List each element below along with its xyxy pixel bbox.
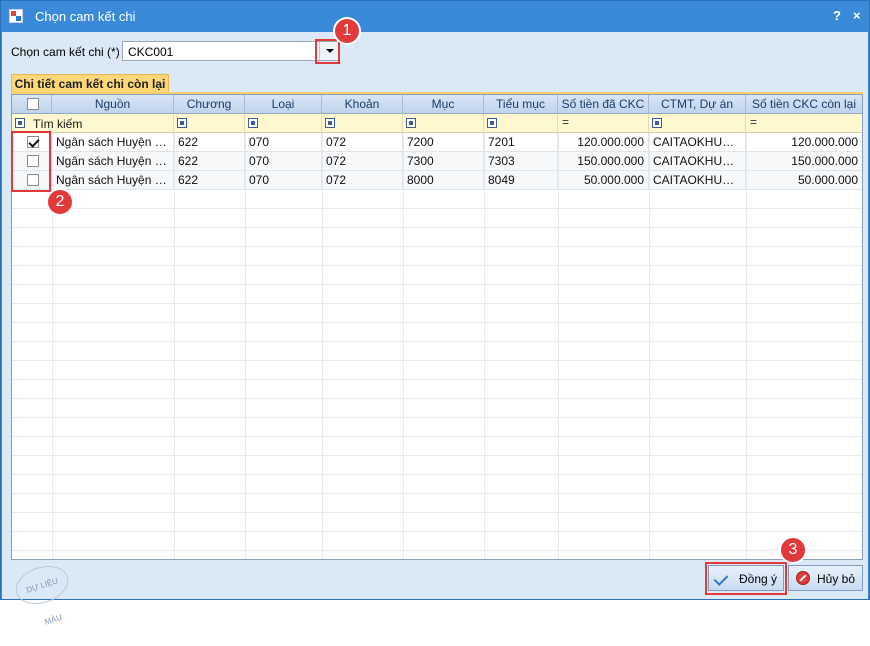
header-nguon[interactable]: Nguồn xyxy=(52,95,174,114)
header-muc[interactable]: Mục xyxy=(403,95,484,114)
cell-muc[interactable]: 7200 xyxy=(403,133,484,151)
header-select-cell xyxy=(12,95,52,114)
grid-column-divider xyxy=(174,133,175,559)
grid-column-divider xyxy=(245,133,246,559)
cancel-icon xyxy=(796,571,810,585)
table-row[interactable]: Ngân sách Huyện tự... 622 070 072 7200 7… xyxy=(12,133,862,152)
title-bar: Chọn cam kết chi ? × xyxy=(1,1,869,32)
filter-icon[interactable] xyxy=(325,118,335,128)
grid-column-divider xyxy=(746,133,747,559)
filter-chuong[interactable] xyxy=(174,114,245,133)
cell-nguon[interactable]: Ngân sách Huyện tự... xyxy=(52,171,174,189)
commitment-select-label: Chọn cam kết chi (*) xyxy=(11,45,120,59)
cell-loai[interactable]: 070 xyxy=(245,171,322,189)
cell-tieu-muc[interactable]: 8049 xyxy=(484,171,558,189)
callout-badge-3: 3 xyxy=(781,538,805,562)
header-loai[interactable]: Loại xyxy=(245,95,322,114)
filter-icon[interactable] xyxy=(15,118,25,128)
tab-remaining-commitment-details[interactable]: Chi tiết cam kết chi còn lại xyxy=(11,74,169,93)
help-button[interactable]: ? xyxy=(833,8,841,23)
watermark-stamp: DỰ LIỆU MÀU xyxy=(10,559,74,627)
cell-so-tien-da-ckc[interactable]: 50.000.000 xyxy=(558,171,649,189)
cell-con-lai[interactable]: 150.000.000 xyxy=(746,152,862,170)
grid-header: Nguồn Chương Loại Khoản Mục Tiểu mục Số … xyxy=(12,95,862,114)
cell-chuong[interactable]: 622 xyxy=(174,152,245,170)
filter-icon[interactable] xyxy=(177,118,187,128)
cell-muc[interactable]: 7300 xyxy=(403,152,484,170)
filter-equals-operator[interactable]: = xyxy=(750,114,757,131)
filter-search-text: Tìm kiếm xyxy=(33,117,83,131)
callout-badge-2: 2 xyxy=(48,190,72,214)
cancel-button[interactable]: Hủy bỏ xyxy=(788,565,863,591)
grid-column-divider xyxy=(558,133,559,559)
cell-so-tien-da-ckc[interactable]: 120.000.000 xyxy=(558,133,649,151)
cell-tieu-muc[interactable]: 7303 xyxy=(484,152,558,170)
cell-tieu-muc[interactable]: 7201 xyxy=(484,133,558,151)
cell-con-lai[interactable]: 50.000.000 xyxy=(746,171,862,189)
cell-loai[interactable]: 070 xyxy=(245,133,322,151)
table-row[interactable]: Ngân sách Huyện tự... 622 070 072 7300 7… xyxy=(12,152,862,171)
select-all-checkbox[interactable] xyxy=(27,98,39,110)
cell-khoan[interactable]: 072 xyxy=(322,171,403,189)
table-row[interactable]: Ngân sách Huyện tự... 622 070 072 8000 8… xyxy=(12,171,862,190)
app-icon xyxy=(9,9,23,23)
filter-ctmt[interactable] xyxy=(649,114,746,133)
grid-column-divider xyxy=(322,133,323,559)
filter-icon[interactable] xyxy=(487,118,497,128)
filter-icon[interactable] xyxy=(652,118,662,128)
filter-equals-operator[interactable]: = xyxy=(562,114,569,131)
window-title: Chọn cam kết chi xyxy=(35,9,136,24)
cell-muc[interactable]: 8000 xyxy=(403,171,484,189)
filter-con-lai[interactable]: = xyxy=(746,114,862,133)
cell-chuong[interactable]: 622 xyxy=(174,133,245,151)
commitment-grid: Nguồn Chương Loại Khoản Mục Tiểu mục Số … xyxy=(11,94,863,560)
grid-column-divider xyxy=(403,133,404,559)
filter-muc[interactable] xyxy=(403,114,484,133)
filter-tieu-muc[interactable] xyxy=(484,114,558,133)
cell-ctmt[interactable]: CAITAOKHUON... xyxy=(649,152,746,170)
filter-icon[interactable] xyxy=(248,118,258,128)
header-so-tien-ckc-con-lai[interactable]: Số tiền CKC còn lại xyxy=(746,95,862,114)
cell-chuong[interactable]: 622 xyxy=(174,171,245,189)
grid-column-divider xyxy=(484,133,485,559)
cell-so-tien-da-ckc[interactable]: 150.000.000 xyxy=(558,152,649,170)
cell-nguon[interactable]: Ngân sách Huyện tự... xyxy=(52,152,174,170)
header-khoan[interactable]: Khoản xyxy=(322,95,403,114)
cell-loai[interactable]: 070 xyxy=(245,152,322,170)
commitment-combobox-value: CKC001 xyxy=(128,45,174,59)
header-ctmt-du-an[interactable]: CTMT, Dự án xyxy=(649,95,746,114)
close-button[interactable]: × xyxy=(853,8,861,23)
dialog-window: Chọn cam kết chi ? × Chọn cam kết chi (*… xyxy=(0,0,870,627)
header-chuong[interactable]: Chương xyxy=(174,95,245,114)
cancel-button-label: Hủy bỏ xyxy=(817,572,856,586)
commitment-combobox[interactable]: CKC001 xyxy=(122,41,339,61)
callout-badge-1: 1 xyxy=(335,19,359,43)
filter-khoan[interactable] xyxy=(322,114,403,133)
filter-so-tien-da-ckc[interactable]: = xyxy=(558,114,649,133)
filter-loai[interactable] xyxy=(245,114,322,133)
cell-khoan[interactable]: 072 xyxy=(322,152,403,170)
cell-khoan[interactable]: 072 xyxy=(322,133,403,151)
cell-ctmt[interactable]: CAITAOKHUON... xyxy=(649,171,746,189)
grid-column-divider xyxy=(649,133,650,559)
grid-empty-area xyxy=(12,190,862,559)
cell-ctmt[interactable]: CAITAOKHUON... xyxy=(649,133,746,151)
header-tieu-muc[interactable]: Tiểu mục xyxy=(484,95,558,114)
filter-icon[interactable] xyxy=(406,118,416,128)
dialog-body: Chọn cam kết chi (*) CKC001 Chi tiết cam… xyxy=(2,19,868,627)
cell-con-lai[interactable]: 120.000.000 xyxy=(746,133,862,151)
cell-nguon[interactable]: Ngân sách Huyện tự... xyxy=(52,133,174,151)
header-so-tien-da-ckc[interactable]: Số tiền đã CKC xyxy=(558,95,649,114)
callout-box-dropdown xyxy=(315,39,340,64)
callout-box-ok-button xyxy=(705,562,787,595)
filter-row: Tìm kiếm = = xyxy=(12,114,862,133)
callout-box-checkboxes xyxy=(11,131,51,192)
